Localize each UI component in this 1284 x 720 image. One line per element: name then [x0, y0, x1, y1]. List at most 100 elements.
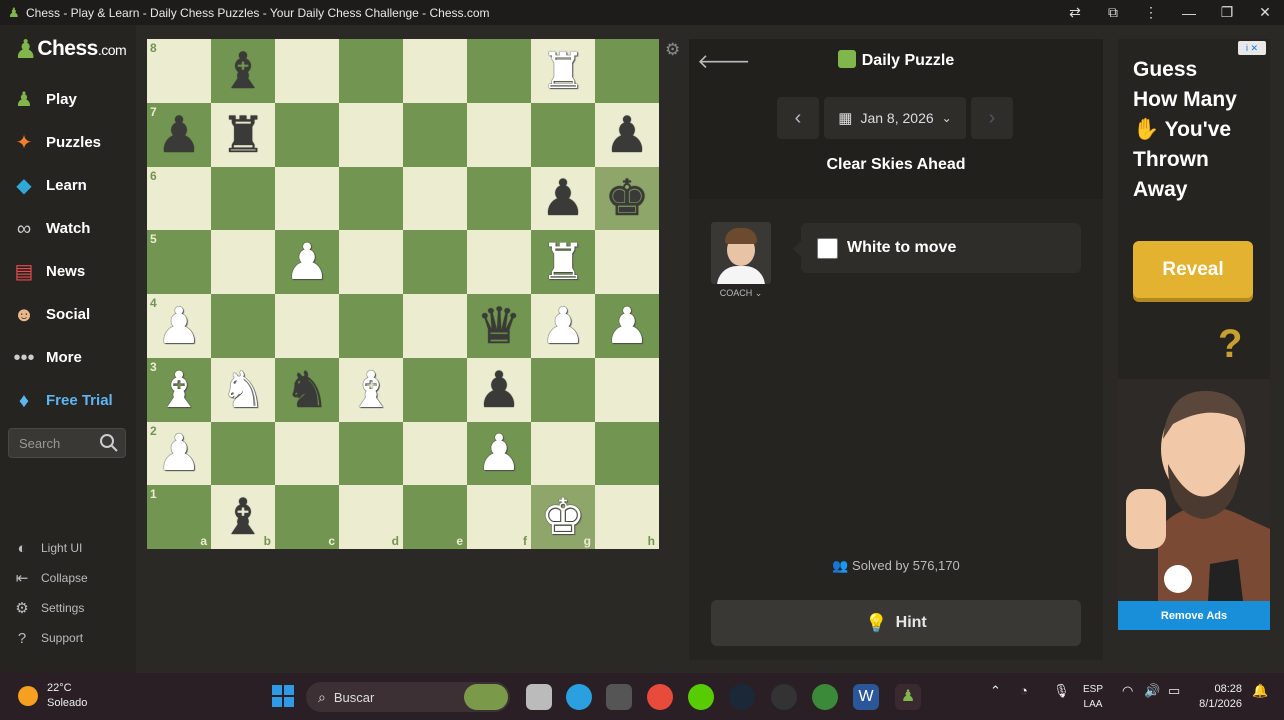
square-g1[interactable]: g ♚	[531, 485, 595, 549]
word-icon[interactable]: W	[853, 684, 879, 710]
white-bishop-icon[interactable]: ♝	[349, 365, 394, 415]
wifi-icon[interactable]: ◠	[1122, 683, 1133, 699]
square-a4[interactable]: 4 ♟	[147, 294, 211, 358]
support-link[interactable]: ? Support	[0, 623, 136, 653]
coach-dropdown[interactable]: COACH ⌄	[711, 288, 771, 299]
date-picker[interactable]: ▦ Jan 8, 2026 ⌄	[824, 97, 966, 139]
square-c5[interactable]: ♟	[275, 230, 339, 294]
square-d1[interactable]: d	[339, 485, 403, 549]
square-f1[interactable]: f	[467, 485, 531, 549]
sidebar-search-input[interactable]: Search	[8, 428, 126, 458]
minimize-icon[interactable]: —	[1170, 5, 1208, 21]
ad-choices-badge[interactable]: i ✕	[1238, 41, 1266, 55]
square-a2[interactable]: 2 ♟	[147, 421, 211, 486]
reveal-button[interactable]: Reveal	[1133, 241, 1253, 298]
square-a7[interactable]: 7 ♟	[147, 102, 211, 167]
square-a6[interactable]: 6	[147, 166, 211, 231]
square-c2[interactable]	[275, 421, 339, 486]
nav-item-free-trial[interactable]: ♦ Free Trial	[0, 379, 136, 422]
square-e2[interactable]	[403, 421, 467, 486]
square-e1[interactable]: e	[403, 485, 467, 549]
square-e3[interactable]	[403, 357, 467, 422]
previous-day-button[interactable]: ‹	[777, 97, 819, 139]
square-g8[interactable]: ♜	[531, 39, 595, 103]
square-g2[interactable]	[531, 421, 595, 486]
next-day-button[interactable]: ›	[971, 97, 1013, 139]
black-pawn-icon[interactable]: ♟	[541, 173, 586, 223]
square-g3[interactable]	[531, 357, 595, 422]
square-e5[interactable]	[403, 230, 467, 294]
square-c7[interactable]	[275, 102, 339, 167]
nav-item-learn[interactable]: ◆ Learn	[0, 164, 136, 207]
windows-start-icon[interactable]	[272, 685, 294, 707]
square-b4[interactable]	[211, 294, 275, 358]
black-bishop-icon[interactable]: ♝	[221, 492, 266, 542]
chesscom-logo[interactable]: ♟ Chess.com	[14, 35, 127, 63]
task-view-icon[interactable]	[526, 684, 552, 710]
white-bishop-icon[interactable]: ♝	[157, 365, 202, 415]
square-h1[interactable]: h	[595, 485, 659, 549]
square-h3[interactable]	[595, 357, 659, 422]
square-d5[interactable]	[339, 230, 403, 294]
square-c8[interactable]	[275, 39, 339, 103]
white-pawn-icon[interactable]: ♟	[605, 301, 650, 351]
nav-item-puzzles[interactable]: ✦ Puzzles	[0, 121, 136, 164]
clock[interactable]: 08:28 8/1/2026	[1199, 682, 1242, 712]
chrome-icon[interactable]	[647, 684, 673, 710]
square-f6[interactable]	[467, 166, 531, 231]
square-h7[interactable]: ♟	[595, 102, 659, 167]
square-d6[interactable]	[339, 166, 403, 231]
coach[interactable]: COACH ⌄	[711, 222, 771, 299]
white-pawn-icon[interactable]: ♟	[157, 301, 202, 351]
square-f5[interactable]	[467, 230, 531, 294]
black-bishop-icon[interactable]: ♝	[221, 46, 266, 96]
square-d2[interactable]	[339, 421, 403, 486]
square-e6[interactable]	[403, 166, 467, 231]
volume-icon[interactable]: 🔊	[1144, 683, 1160, 699]
nav-item-news[interactable]: ▤ News	[0, 250, 136, 293]
square-g7[interactable]	[531, 102, 595, 167]
square-h8[interactable]	[595, 39, 659, 103]
extensions-icon[interactable]: ⧉	[1094, 4, 1132, 21]
duolingo-icon[interactable]	[688, 684, 714, 710]
remove-ads-button[interactable]: Remove Ads	[1118, 601, 1270, 630]
square-c1[interactable]: c	[275, 485, 339, 549]
square-e7[interactable]	[403, 102, 467, 167]
square-g4[interactable]: ♟	[531, 294, 595, 358]
square-a1[interactable]: 1a	[147, 485, 211, 549]
square-b6[interactable]	[211, 166, 275, 231]
white-pawn-icon[interactable]: ♟	[477, 428, 522, 478]
square-h2[interactable]	[595, 421, 659, 486]
white-pawn-icon[interactable]: ♟	[157, 428, 202, 478]
chesscom-app-icon[interactable]: ♟	[895, 684, 921, 710]
edge-icon[interactable]	[566, 684, 592, 710]
collapse-button[interactable]: ⇤ Collapse	[0, 563, 136, 593]
square-h4[interactable]: ♟	[595, 294, 659, 358]
square-h5[interactable]	[595, 230, 659, 294]
square-c6[interactable]	[275, 166, 339, 231]
black-king-icon[interactable]: ♚	[605, 173, 650, 223]
language-indicator[interactable]: ESP LAA	[1083, 682, 1103, 712]
white-knight-icon[interactable]: ♞	[221, 365, 266, 415]
square-f3[interactable]: ♟	[467, 357, 531, 422]
square-c4[interactable]	[275, 294, 339, 358]
square-f4[interactable]: ♛	[467, 294, 531, 358]
square-a8[interactable]: 8	[147, 39, 211, 103]
white-rook-icon[interactable]: ♜	[541, 46, 586, 96]
more-icon[interactable]: ⋮	[1132, 4, 1170, 21]
settings-link[interactable]: ⚙ Settings	[0, 593, 136, 623]
square-f8[interactable]	[467, 39, 531, 103]
nav-item-social[interactable]: ☻ Social	[0, 293, 136, 336]
white-pawn-icon[interactable]: ♟	[285, 237, 330, 287]
square-a5[interactable]: 5	[147, 230, 211, 294]
network-status-icon[interactable]: ◔	[1020, 683, 1028, 698]
obs-icon[interactable]	[771, 684, 797, 710]
chevron-up-icon[interactable]: ⌃	[990, 683, 1001, 699]
weather-widget[interactable]: 22°C Soleado	[18, 681, 87, 711]
square-b1[interactable]: b ♝	[211, 485, 275, 549]
square-a3[interactable]: 3 ♝	[147, 357, 211, 422]
black-pawn-icon[interactable]: ♟	[477, 365, 522, 415]
nav-item-play[interactable]: ♟ Play	[0, 78, 136, 121]
black-queen-icon[interactable]: ♛	[477, 301, 522, 351]
advertisement[interactable]: i ✕ Guess How Many ✋ You've Thrown Away …	[1118, 39, 1270, 630]
